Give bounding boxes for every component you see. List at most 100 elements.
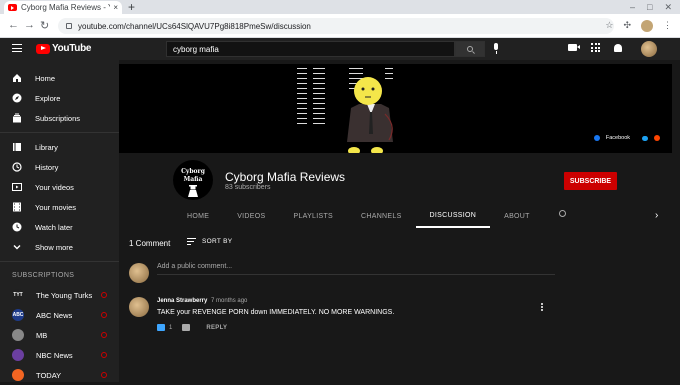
sidebar-item-subscriptions[interactable]: Subscriptions	[0, 108, 119, 128]
sidebar-item-label: Your movies	[35, 202, 76, 212]
youtube-favicon-icon	[8, 4, 17, 11]
like-count: 1	[169, 324, 173, 331]
sort-by-button[interactable]: SORT BY	[187, 238, 232, 245]
live-indicator-icon	[101, 292, 107, 298]
window-controls: – □ ✕	[630, 2, 672, 13]
sidebar-item-your-videos[interactable]: Your videos	[0, 177, 119, 197]
subscription-item[interactable]: TODAY	[0, 365, 119, 385]
search-input[interactable]: cyborg mafia	[166, 41, 455, 57]
subscription-label: The Young Turks	[36, 290, 93, 300]
reddit-icon[interactable]	[654, 135, 660, 141]
search-button[interactable]	[455, 41, 485, 57]
sort-icon	[187, 238, 196, 245]
channel-avatar: ABC	[12, 309, 24, 321]
thumbs-down-icon[interactable]	[182, 324, 191, 331]
compass-icon	[12, 93, 22, 103]
comment-time[interactable]: 7 months ago	[211, 298, 247, 304]
video-icon	[12, 182, 22, 192]
thumbs-up-icon[interactable]	[157, 324, 165, 331]
sidebar-item-your-movies[interactable]: Your movies	[0, 197, 119, 217]
profile-avatar[interactable]	[641, 20, 653, 32]
tab-title: Cyborg Mafia Reviews - YouTube	[21, 3, 110, 12]
tab-discussion[interactable]: DISCUSSION	[415, 204, 491, 228]
mafia-figure-icon	[188, 185, 198, 197]
tab-playlists[interactable]: PLAYLISTS	[279, 204, 347, 228]
comment-author[interactable]: Jenna Strawberry	[157, 298, 207, 304]
menu-icon[interactable]: ⋮	[663, 20, 672, 32]
movies-icon	[12, 202, 22, 212]
tab-channels[interactable]: CHANNELS	[347, 204, 416, 228]
channel-banner: Facebook	[119, 64, 672, 153]
sidebar-item-history[interactable]: History	[0, 157, 119, 177]
live-indicator-icon	[101, 352, 107, 358]
sidebar-item-label: Show more	[35, 242, 73, 252]
subscription-item[interactable]: MB	[0, 325, 119, 345]
reply-button[interactable]: REPLY	[206, 325, 227, 331]
add-comment-input[interactable]: Add a public comment...	[157, 263, 555, 275]
reload-icon[interactable]: ↻	[40, 19, 49, 32]
microphone-icon[interactable]	[494, 43, 498, 54]
channel-avatar	[12, 349, 24, 361]
twitter-icon[interactable]	[642, 135, 648, 141]
subscribe-button[interactable]: SUBSCRIBE	[564, 172, 617, 190]
clock-icon	[12, 222, 22, 232]
new-tab-button[interactable]: +	[128, 1, 135, 13]
comment-menu-icon[interactable]	[541, 303, 543, 311]
sidebar-item-home[interactable]: Home	[0, 68, 119, 88]
sidebar-divider	[0, 261, 119, 262]
subscription-label: ABC News	[36, 310, 73, 320]
sidebar-item-label: Explore	[35, 93, 61, 103]
facebook-icon	[593, 135, 600, 141]
sort-label: SORT BY	[202, 238, 233, 245]
sidebar-item-watch-later[interactable]: Watch later	[0, 217, 119, 237]
sidebar-item-explore[interactable]: Explore	[0, 88, 119, 108]
sidebar-item-show-more[interactable]: Show more	[0, 237, 119, 257]
close-icon[interactable]: ✕	[664, 2, 672, 13]
channel-header: Cyborg Mafia Cyborg Mafia Reviews 83 sub…	[119, 153, 672, 228]
sidebar-item-label: Your videos	[35, 182, 74, 192]
sidebar-item-library[interactable]: Library	[0, 137, 119, 157]
tab-home[interactable]: HOME	[173, 204, 223, 228]
url-field[interactable]: youtube.com/channel/UCs64SlQAVU7Pg8i818P…	[58, 18, 614, 34]
extensions-icon[interactable]: ✣	[623, 20, 631, 32]
apps-grid-icon[interactable]	[591, 43, 600, 52]
tab-close-icon[interactable]: ×	[113, 3, 118, 12]
banner-artwork	[297, 68, 393, 153]
youtube-logo[interactable]: YouTube	[36, 43, 92, 54]
facebook-link[interactable]: Facebook	[606, 135, 630, 141]
back-arrow-icon[interactable]: ←	[8, 19, 19, 31]
minimize-icon[interactable]: –	[630, 2, 635, 13]
chevron-down-icon	[12, 242, 22, 252]
subscription-item[interactable]: NBC News	[0, 345, 119, 365]
comment-text: TAKE your REVENGE PORN down IMMEDIATELY.…	[157, 309, 395, 316]
browser-tab[interactable]: Cyborg Mafia Reviews - YouTube ×	[4, 1, 122, 14]
subscription-item[interactable]: ABC ABC News	[0, 305, 119, 325]
subscription-label: NBC News	[36, 350, 73, 360]
live-indicator-icon	[101, 332, 107, 338]
search-icon	[467, 46, 473, 52]
comment-count: 1 Comment	[129, 239, 171, 248]
sidebar-item-label: Home	[35, 73, 56, 83]
hamburger-menu-icon[interactable]	[12, 44, 22, 52]
notifications-bell-icon[interactable]	[614, 43, 622, 52]
commenter-avatar[interactable]	[129, 297, 149, 317]
subscription-item[interactable]: TYT The Young Turks	[0, 285, 119, 305]
channel-tabs: HOME VIDEOS PLAYLISTS CHANNELS DISCUSSIO…	[173, 204, 544, 228]
chevron-right-icon[interactable]: ›	[655, 210, 658, 221]
channel-avatar: Cyborg Mafia	[173, 160, 213, 200]
tab-videos[interactable]: VIDEOS	[223, 204, 279, 228]
account-avatar[interactable]	[641, 41, 657, 57]
star-icon[interactable]: ☆	[605, 20, 613, 32]
maximize-icon[interactable]: □	[647, 2, 652, 13]
tab-about[interactable]: ABOUT	[490, 204, 544, 228]
youtube-header: YouTube cyborg mafia	[0, 38, 680, 60]
channel-search-icon[interactable]	[559, 210, 566, 217]
sidebar-item-label: Subscriptions	[35, 113, 81, 123]
browser-tab-strip: Cyborg Mafia Reviews - YouTube × + – □ ✕	[0, 0, 680, 14]
home-icon	[12, 73, 22, 83]
header-actions	[568, 43, 622, 52]
forward-arrow-icon[interactable]: →	[24, 19, 35, 31]
subscriptions-icon	[12, 113, 22, 123]
library-icon	[12, 142, 22, 152]
create-video-icon[interactable]	[568, 44, 580, 51]
